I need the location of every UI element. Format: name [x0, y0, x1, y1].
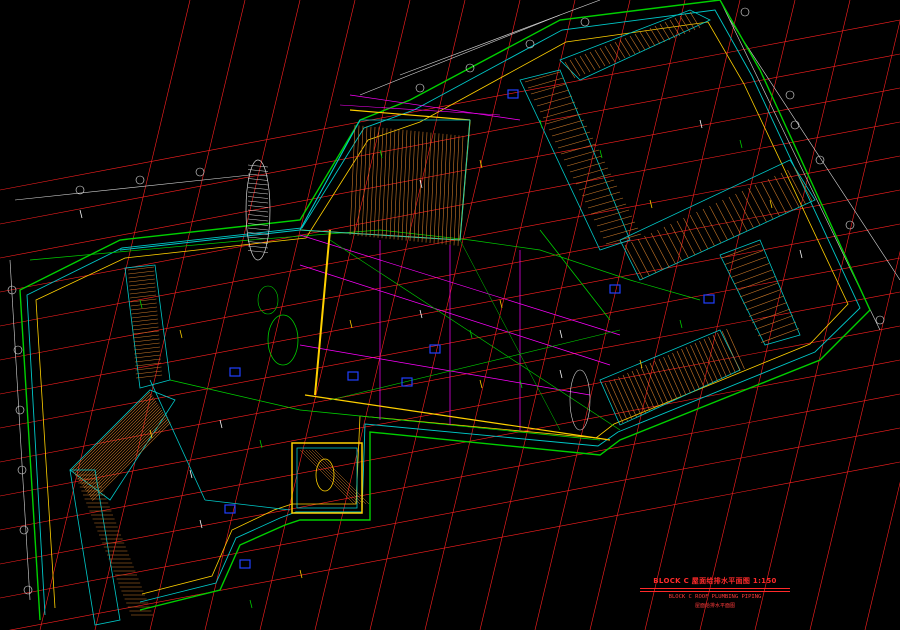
drawing-subtitle: 屋面给排水平面图 [694, 603, 735, 609]
title-underline-2 [640, 591, 790, 592]
title-underline [640, 588, 790, 589]
drawing-title: BLOCK C 屋面给排水平面图 1:150 [653, 577, 777, 585]
cad-drawing-canvas [0, 0, 900, 630]
drawing-title-block: BLOCK C 屋面给排水平面图 1:150 BLOCK C ROOF PLUM… [640, 576, 790, 609]
drawing-title-english: BLOCK C ROOF PLUMBING PIPING [668, 594, 762, 600]
